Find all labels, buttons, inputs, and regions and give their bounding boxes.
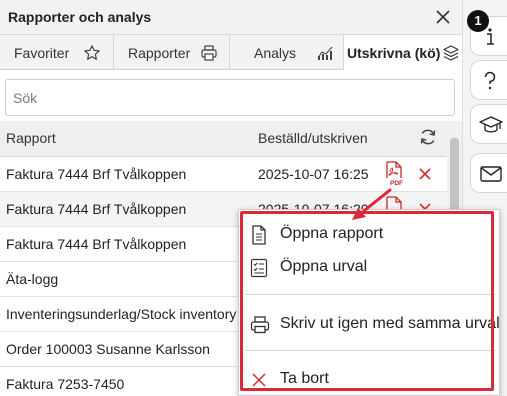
education-button[interactable] (470, 104, 507, 144)
pdf-icon[interactable]: PDF (383, 161, 405, 187)
notification-badge: 1 (467, 10, 489, 32)
context-menu: Öppna rapport Öppna urval Skriv ut igen … (238, 209, 500, 396)
menu-item-delete[interactable]: Ta bort (239, 363, 501, 395)
menu-item-label: Ta bort (280, 370, 329, 387)
tab-label: Analys (254, 45, 297, 61)
panel-titlebar: Rapporter och analys (0, 0, 462, 35)
menu-item-label: Öppna rapport (280, 225, 384, 242)
printer-icon (250, 316, 270, 334)
report-name: Faktura 7444 Brf Tvålkoppen (6, 236, 187, 252)
close-icon (252, 373, 266, 387)
report-name: Faktura 7444 Brf Tvålkoppen (6, 166, 187, 182)
tab-favoriter[interactable]: Favoriter (0, 35, 114, 70)
star-icon (84, 45, 100, 60)
report-name: Faktura 7444 Brf Tvålkoppen (6, 201, 187, 217)
menu-item-open-report[interactable]: Öppna rapport (239, 218, 501, 250)
svg-text:PDF: PDF (390, 180, 403, 187)
tab-utskrivna[interactable]: Utskrivna (kö) (344, 35, 462, 70)
report-name: Faktura 7253-7450 (6, 376, 125, 392)
tab-bar: Favoriter Rapporter Analys Utskrivna (kö… (0, 35, 462, 70)
menu-divider (245, 350, 495, 351)
table-row[interactable]: Faktura 7444 Brf Tvålkoppen 2025-10-07 1… (0, 157, 447, 192)
layers-icon (443, 45, 459, 61)
mail-button[interactable] (470, 153, 507, 193)
tab-label: Favoriter (14, 45, 70, 61)
tab-rapporter[interactable]: Rapporter (114, 35, 230, 70)
panel-title: Rapporter och analys (8, 9, 152, 25)
graduation-cap-icon (479, 116, 503, 133)
printer-icon (201, 45, 217, 61)
close-icon[interactable] (434, 8, 452, 26)
column-header-rapport[interactable]: Rapport (6, 130, 56, 146)
bar-chart-icon (317, 46, 333, 60)
menu-divider (245, 294, 495, 295)
menu-item-reprint[interactable]: Skriv ut igen med samma urval (239, 308, 501, 340)
search-input[interactable] (5, 79, 455, 116)
table-header: Rapport Beställd/utskriven (0, 121, 447, 157)
menu-item-label: Öppna urval (280, 258, 368, 275)
help-icon (484, 71, 496, 90)
menu-item-open-selection[interactable]: Öppna urval (239, 251, 501, 283)
tab-analys[interactable]: Analys (230, 35, 344, 70)
checklist-icon (250, 258, 268, 278)
column-header-bestalld[interactable]: Beställd/utskriven (258, 130, 368, 146)
document-icon (252, 225, 266, 245)
delete-icon[interactable] (418, 167, 432, 181)
report-name: Inventeringsunderlag/Stock inventory (6, 306, 237, 322)
report-name: Order 100003 Susanne Karlsson (6, 341, 210, 357)
report-name: Äta-logg (6, 271, 59, 287)
mail-icon (480, 166, 502, 182)
report-date: 2025-10-07 16:25 (258, 166, 369, 182)
tab-label: Utskrivna (kö) (347, 45, 441, 61)
menu-item-label: Skriv ut igen med samma urval (280, 315, 500, 332)
refresh-icon[interactable] (418, 127, 438, 147)
help-button[interactable] (470, 60, 507, 100)
tab-label: Rapporter (128, 45, 191, 61)
